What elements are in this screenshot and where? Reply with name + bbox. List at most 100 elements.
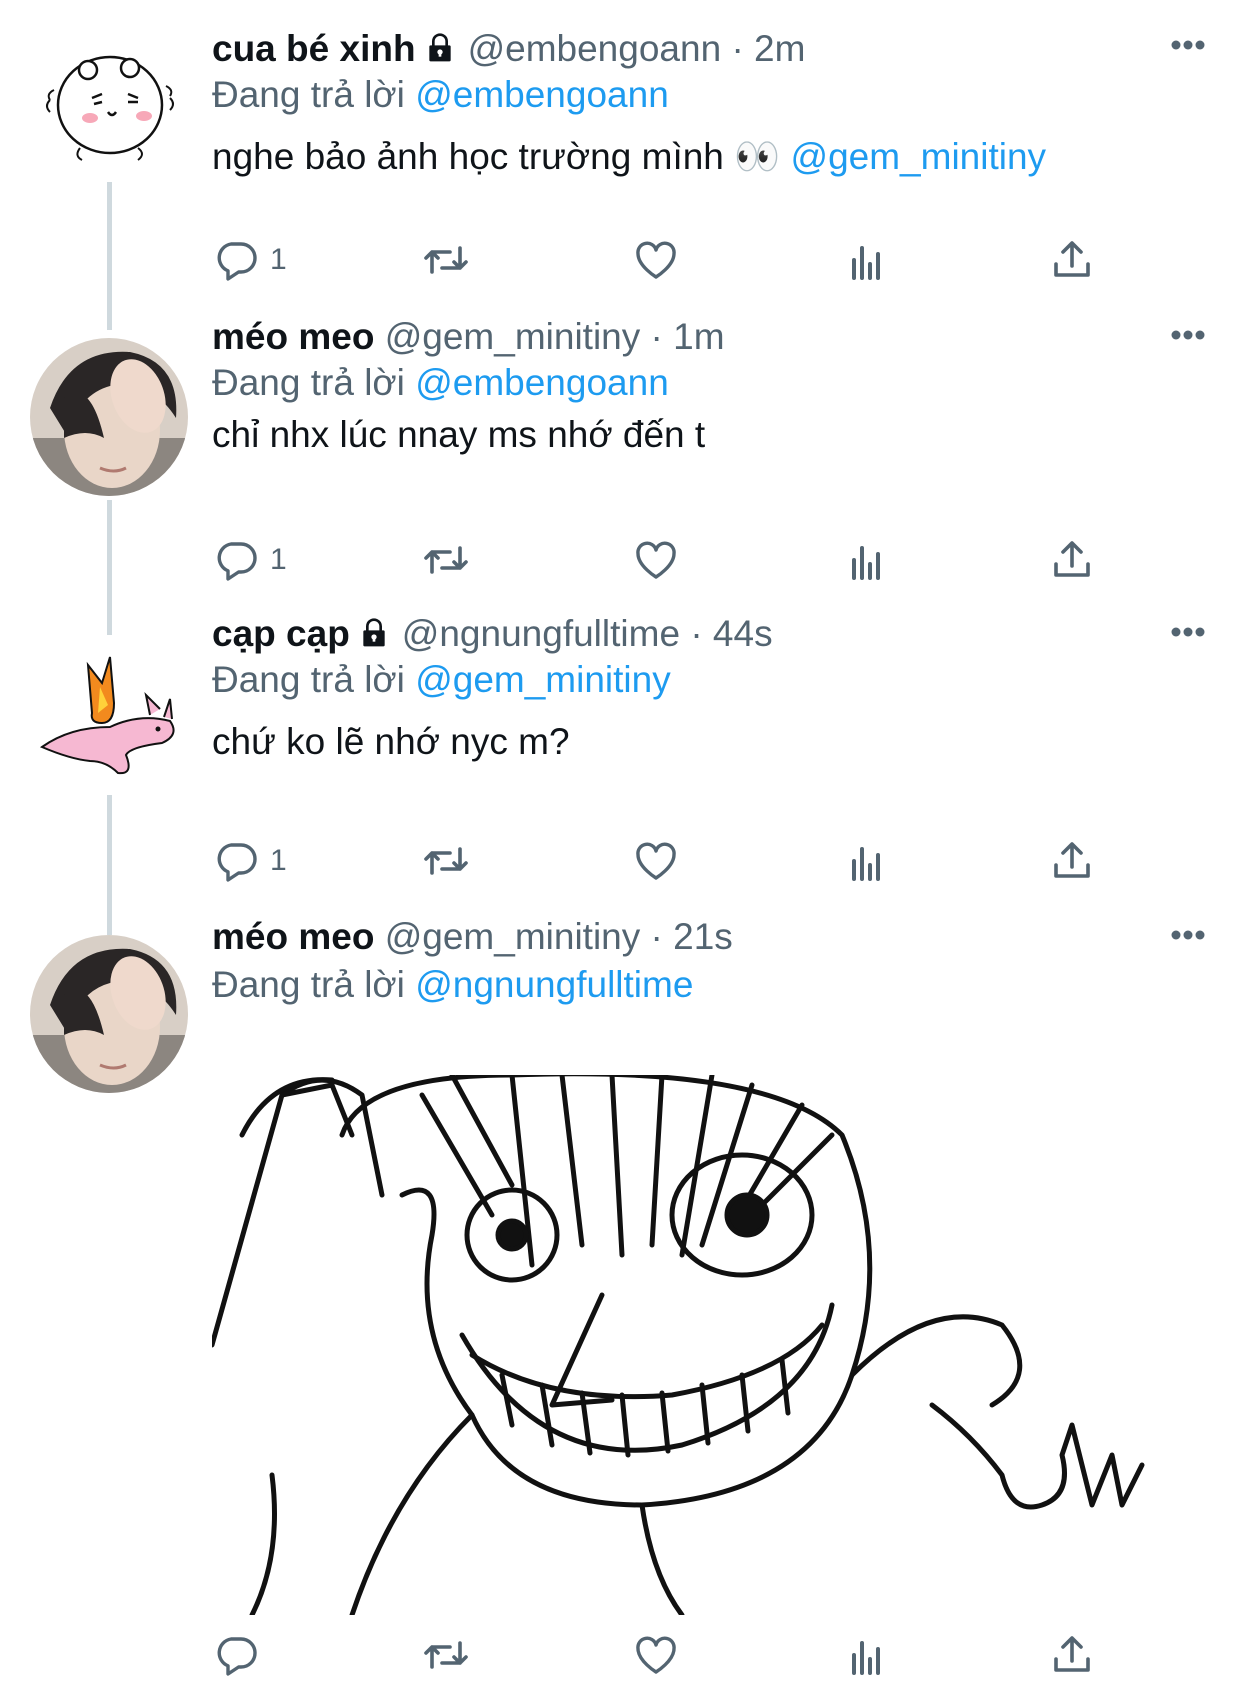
meme-sketch-image: [212, 1075, 1148, 1615]
reply-icon: [212, 236, 260, 284]
tweet-header: méo meo @gem_minitiny · 1m: [212, 312, 725, 362]
more-icon[interactable]: [1162, 920, 1214, 950]
tweet[interactable]: cạp cạp @ngnungfulltime · 44s Đang trả lờ…: [0, 613, 1242, 935]
tweet-text-content: chỉ nhx lúc nnay ms nhớ đến t: [212, 414, 706, 455]
handle[interactable]: @gem_minitiny: [385, 316, 641, 357]
retweet-button[interactable]: [420, 230, 472, 290]
handle[interactable]: @embengoann: [468, 28, 722, 69]
handle[interactable]: @ngnungfulltime: [402, 613, 680, 654]
retweet-button[interactable]: [420, 1625, 472, 1685]
retweet-icon: [420, 536, 472, 584]
share-button[interactable]: [1048, 1625, 1096, 1685]
like-button[interactable]: [632, 530, 680, 590]
reply-count: 1: [270, 243, 287, 276]
more-icon[interactable]: [1162, 320, 1214, 350]
thread-line: [107, 182, 112, 330]
analytics-icon: [842, 536, 890, 584]
thread-line: [107, 500, 112, 635]
analytics-icon: [842, 1631, 890, 1679]
action-bar: 1: [212, 230, 1112, 290]
analytics-icon: [842, 236, 890, 284]
reply-button[interactable]: [212, 1625, 260, 1685]
share-icon: [1048, 236, 1096, 284]
tweet-mention-link[interactable]: @gem_minitiny: [791, 136, 1047, 177]
reply-icon: [212, 1631, 260, 1679]
replying-to: Đang trả lời @embengoann: [212, 70, 669, 120]
avatar[interactable]: [30, 338, 188, 496]
tweet-text: nghe bảo ảnh học trường mình 👀 @gem_mini…: [212, 132, 1046, 182]
views-button[interactable]: [842, 530, 890, 590]
display-name[interactable]: méo meo: [212, 316, 374, 357]
tweet[interactable]: cua bé xinh @embengoann · 2m Đang trả lời…: [0, 0, 1242, 330]
share-icon: [1048, 837, 1096, 885]
share-icon: [1048, 1631, 1096, 1679]
reply-button[interactable]: 1: [212, 530, 287, 590]
replying-label: Đang trả lời: [212, 964, 405, 1005]
retweet-icon: [420, 837, 472, 885]
action-bar: 1: [212, 530, 1112, 590]
replying-label: Đang trả lời: [212, 659, 405, 700]
tweet-text-content: nghe bảo ảnh học trường mình 👀: [212, 136, 781, 177]
views-button[interactable]: [842, 230, 890, 290]
replying-label: Đang trả lời: [212, 74, 405, 115]
heart-icon: [632, 236, 680, 284]
replying-to: Đang trả lời @gem_minitiny: [212, 655, 671, 705]
timestamp[interactable]: · 2m: [731, 28, 805, 69]
reply-count: 1: [270, 844, 287, 877]
timestamp[interactable]: · 21s: [651, 916, 733, 957]
avatar[interactable]: [30, 935, 188, 1093]
avatar[interactable]: [30, 20, 188, 178]
more-icon[interactable]: [1162, 30, 1214, 60]
display-name[interactable]: méo meo: [212, 916, 374, 957]
like-button[interactable]: [632, 831, 680, 891]
share-icon: [1048, 536, 1096, 584]
more-icon[interactable]: [1162, 617, 1214, 647]
display-name[interactable]: cạp cạp: [212, 613, 350, 654]
replying-mention-link[interactable]: @ngnungfulltime: [415, 964, 693, 1005]
retweet-button[interactable]: [420, 530, 472, 590]
tweet-text: chỉ nhx lúc nnay ms nhớ đến t: [212, 410, 705, 460]
tweet-text: chứ ko lẽ nhớ nyc m?: [212, 717, 570, 767]
action-bar: 1: [212, 831, 1112, 891]
heart-icon: [632, 837, 680, 885]
views-button[interactable]: [842, 831, 890, 891]
like-button[interactable]: [632, 1625, 680, 1685]
avatar-bunny-image: [30, 643, 188, 801]
handle[interactable]: @gem_minitiny: [385, 916, 641, 957]
reply-icon: [212, 837, 260, 885]
replying-mention-link[interactable]: @gem_minitiny: [415, 659, 671, 700]
share-button[interactable]: [1048, 831, 1096, 891]
replying-label: Đang trả lời: [212, 362, 405, 403]
avatar[interactable]: [30, 643, 188, 801]
analytics-icon: [842, 837, 890, 885]
reply-icon: [212, 536, 260, 584]
replying-to: Đang trả lời @embengoann: [212, 358, 669, 408]
retweet-icon: [420, 236, 472, 284]
reply-button[interactable]: 1: [212, 230, 287, 290]
avatar-photo: [30, 935, 188, 1093]
reply-count: 1: [270, 543, 287, 576]
tweet-text-content: chứ ko lẽ nhớ nyc m?: [212, 721, 570, 762]
share-button[interactable]: [1048, 530, 1096, 590]
like-button[interactable]: [632, 230, 680, 290]
replying-mention-link[interactable]: @embengoann: [415, 74, 669, 115]
retweet-icon: [420, 1631, 472, 1679]
avatar-photo: [30, 338, 188, 496]
retweet-button[interactable]: [420, 831, 472, 891]
tweet-header: cạp cạp @ngnungfulltime · 44s: [212, 609, 773, 659]
avatar-hamster-image: [30, 20, 188, 178]
replying-mention-link[interactable]: @embengoann: [415, 362, 669, 403]
tweet-header: méo meo @gem_minitiny · 21s: [212, 912, 733, 962]
timestamp[interactable]: · 1m: [651, 316, 725, 357]
display-name[interactable]: cua bé xinh: [212, 28, 416, 69]
timestamp[interactable]: · 44s: [690, 613, 772, 654]
reply-button[interactable]: 1: [212, 831, 287, 891]
heart-icon: [632, 1631, 680, 1679]
tweet[interactable]: méo meo @gem_minitiny · 1m Đang trả lời …: [0, 316, 1242, 635]
views-button[interactable]: [842, 1625, 890, 1685]
share-button[interactable]: [1048, 230, 1096, 290]
heart-icon: [632, 536, 680, 584]
thread-line: [107, 795, 112, 935]
tweet-media-image[interactable]: [212, 1075, 1148, 1615]
replying-to: Đang trả lời @ngnungfulltime: [212, 960, 693, 1010]
